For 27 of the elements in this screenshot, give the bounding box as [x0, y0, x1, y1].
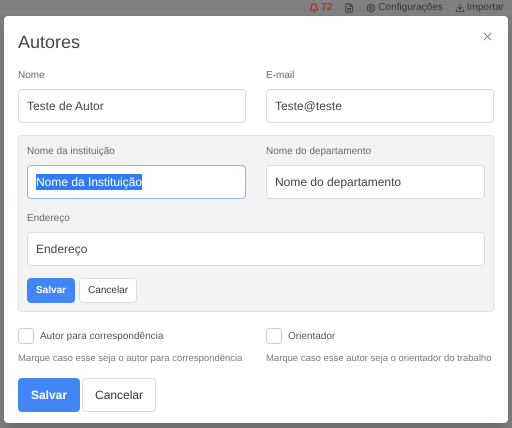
cancel-button[interactable]: Cancelar	[79, 278, 138, 303]
field-label: Nome do departamento	[266, 145, 372, 159]
checkbox-label: Autor para correspondência	[40, 330, 164, 344]
checkbox[interactable]	[18, 328, 34, 344]
field-label: Nome da instituição	[27, 145, 116, 159]
help-text: Marque caso esse autor seja o orientador do trabalho	[266, 352, 492, 366]
input-field[interactable]: Teste@teste	[266, 89, 494, 123]
input-field[interactable]: Nome do departamento	[266, 165, 485, 199]
input-field[interactable]: Endereço	[27, 232, 485, 266]
notification-count: 72	[321, 1, 332, 15]
checkbox-label: Orientador	[288, 330, 336, 344]
save-button[interactable]: Salvar	[27, 278, 76, 303]
cancel-button[interactable]: Cancelar	[82, 378, 156, 412]
dialog-title: Autores	[18, 31, 80, 54]
field-label: Nome	[18, 69, 46, 83]
help-text: Marque caso esse seja o autor para correspondência	[18, 352, 244, 366]
close-icon[interactable]	[481, 30, 494, 43]
field-label: E-mail	[266, 69, 296, 83]
bell-icon[interactable]	[309, 2, 320, 12]
checkbox[interactable]	[266, 328, 282, 344]
save-button[interactable]: Salvar	[18, 378, 80, 412]
document-icon[interactable]	[344, 2, 354, 12]
settings-icon	[366, 2, 376, 12]
download-icon	[454, 2, 465, 12]
input-field[interactable]: Teste de Autor	[18, 89, 246, 123]
field-label: Endereço	[27, 212, 71, 226]
input-field[interactable]: Nome da Instituição	[27, 165, 246, 199]
